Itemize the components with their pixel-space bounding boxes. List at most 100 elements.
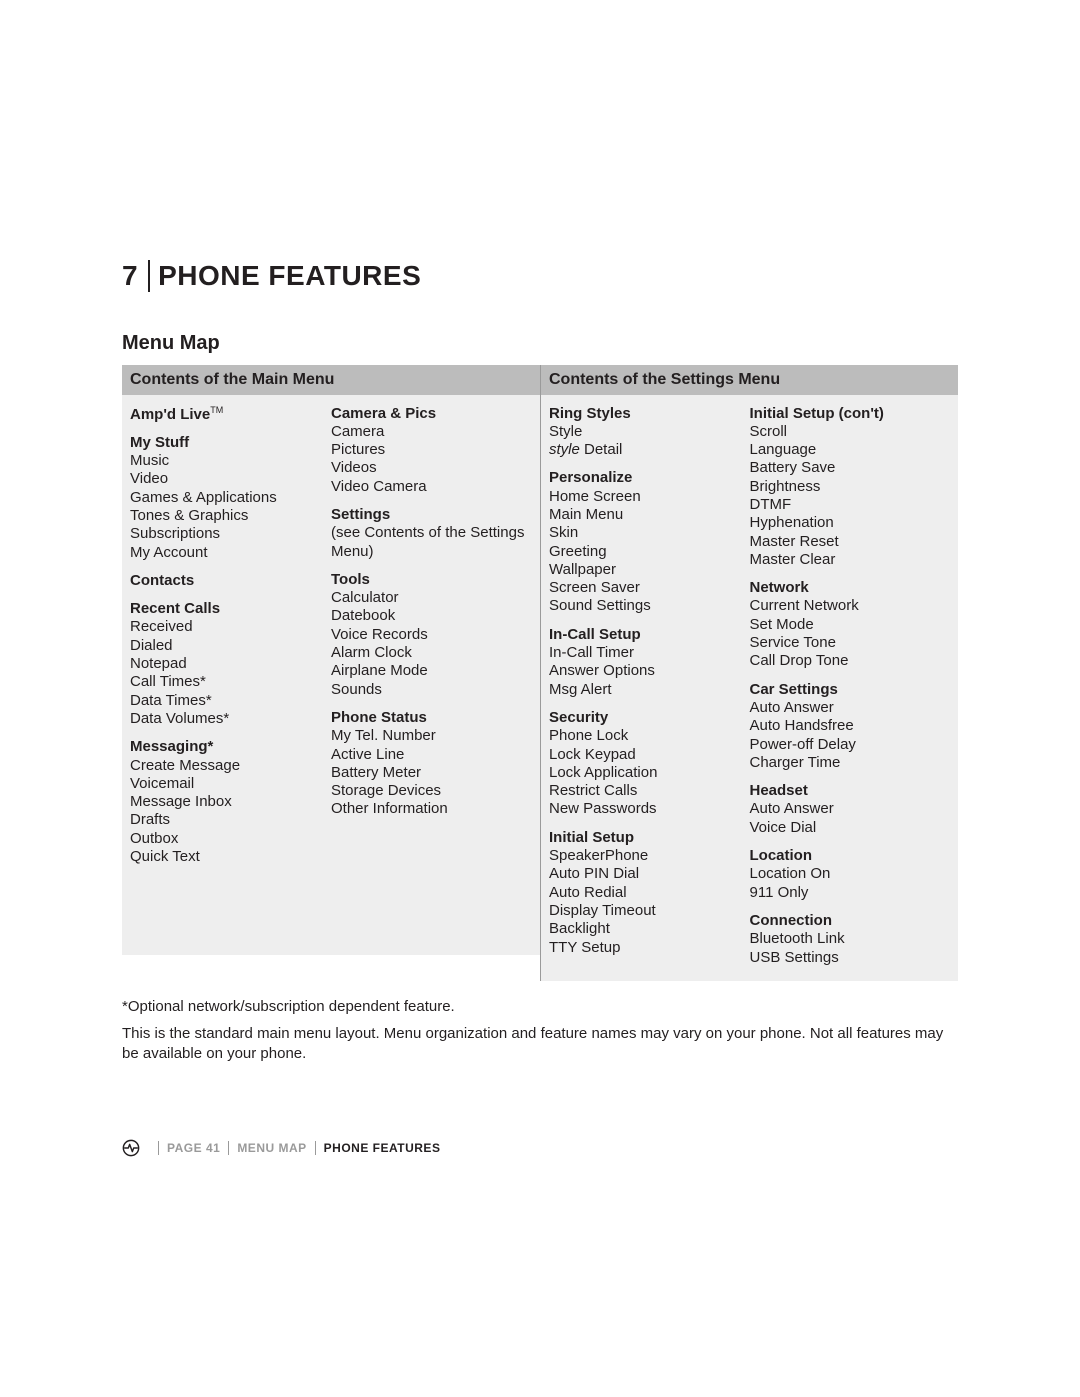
menu-item: Message Inbox: [130, 793, 325, 811]
menu-item: In-Call Timer: [549, 644, 744, 662]
menu-group: NetworkCurrent NetworkSet ModeService To…: [750, 579, 945, 670]
menu-group-title: Recent Calls: [130, 600, 325, 618]
menu-item: Home Screen: [549, 488, 744, 506]
footer-separator: [158, 1141, 159, 1155]
menu-item: Auto Handsfree: [750, 717, 945, 735]
main-menu-column: Contents of the Main Menu Amp'd LiveTM My…: [122, 365, 540, 981]
menu-item: Other Information: [331, 800, 526, 818]
menu-item: Master Reset: [750, 533, 945, 551]
menu-item: TTY Setup: [549, 939, 744, 957]
footnotes: *Optional network/subscription dependent…: [122, 997, 958, 1064]
menu-item: Greeting: [549, 543, 744, 561]
menu-group-title: Settings: [331, 506, 526, 524]
menu-group: HeadsetAuto AnswerVoice Dial: [750, 782, 945, 837]
menu-group-title: Security: [549, 709, 744, 727]
chapter-separator: [148, 260, 150, 292]
menu-item: Location On: [750, 865, 945, 883]
menu-item: Received: [130, 618, 325, 636]
menu-item: Language: [750, 441, 945, 459]
menu-item: Set Mode: [750, 616, 945, 634]
menu-item: Voice Dial: [750, 819, 945, 837]
menu-group: LocationLocation On911 Only: [750, 847, 945, 902]
menu-item: Lock Application: [549, 764, 744, 782]
menu-item: Active Line: [331, 746, 526, 764]
menu-group: My StuffMusicVideoGames & ApplicationsTo…: [130, 434, 325, 562]
menu-group: ConnectionBluetooth LinkUSB Settings: [750, 912, 945, 967]
menu-item: New Passwords: [549, 800, 744, 818]
chapter-heading: 7 PHONE FEATURES: [122, 260, 958, 292]
menu-group-title: Initial Setup: [549, 829, 744, 847]
main-menu-col1: Amp'd LiveTM My StuffMusicVideoGames & Ap…: [130, 405, 331, 941]
menu-item: Call Times*: [130, 673, 325, 691]
menu-group: Phone StatusMy Tel. NumberActive LineBat…: [331, 709, 526, 819]
menu-item: Storage Devices: [331, 782, 526, 800]
footer-crumb-1: MENU MAP: [237, 1141, 306, 1155]
menu-group-title: Initial Setup (con't): [750, 405, 945, 423]
main-menu-header: Contents of the Main Menu: [122, 365, 540, 395]
menu-map-table: Contents of the Main Menu Amp'd LiveTM My…: [122, 365, 958, 981]
menu-item: Power-off Delay: [750, 736, 945, 754]
menu-group-note: (see Contents of the Settings Menu): [331, 524, 526, 561]
menu-item: Wallpaper: [549, 561, 744, 579]
menu-group-title: Contacts: [130, 572, 325, 590]
menu-item: Backlight: [549, 920, 744, 938]
menu-item: Tones & Graphics: [130, 507, 325, 525]
main-menu-body: Amp'd LiveTM My StuffMusicVideoGames & Ap…: [122, 395, 540, 955]
menu-group-title: Headset: [750, 782, 945, 800]
menu-item: Scroll: [750, 423, 945, 441]
menu-item: style Detail: [549, 441, 744, 459]
menu-group-title: Amp'd LiveTM: [130, 405, 325, 424]
menu-item: Service Tone: [750, 634, 945, 652]
menu-group-title: Ring Styles: [549, 405, 744, 423]
menu-group: Ring StylesStylestyle Detail: [549, 405, 744, 460]
document-page: 7 PHONE FEATURES Menu Map Contents of th…: [0, 0, 1080, 1397]
menu-item: Style: [549, 423, 744, 441]
page-content: 7 PHONE FEATURES Menu Map Contents of th…: [122, 260, 958, 1071]
menu-item: Display Timeout: [549, 902, 744, 920]
chapter-title: PHONE FEATURES: [158, 260, 421, 292]
settings-menu-col1: Ring StylesStylestyle Detail PersonalizeH…: [549, 405, 750, 967]
menu-group-title: In-Call Setup: [549, 626, 744, 644]
menu-item: Voice Records: [331, 626, 526, 644]
menu-group: SecurityPhone LockLock KeypadLock Applic…: [549, 709, 744, 819]
menu-group: Messaging*Create MessageVoicemailMessage…: [130, 738, 325, 866]
menu-item: Auto Answer: [750, 699, 945, 717]
footer-crumb-2: PHONE FEATURES: [324, 1141, 441, 1155]
menu-item: Camera: [331, 423, 526, 441]
main-menu-col2: Camera & PicsCameraPicturesVideosVideo C…: [331, 405, 532, 941]
menu-group: ToolsCalculatorDatebookVoice RecordsAlar…: [331, 571, 526, 699]
page-footer: PAGE 41 MENU MAP PHONE FEATURES: [122, 1139, 440, 1157]
menu-item: SpeakerPhone: [549, 847, 744, 865]
menu-item: 911 Only: [750, 884, 945, 902]
menu-item: Master Clear: [750, 551, 945, 569]
menu-item: Auto Answer: [750, 800, 945, 818]
menu-item: Bluetooth Link: [750, 930, 945, 948]
menu-group: Initial Setup (con't)ScrollLanguageBatte…: [750, 405, 945, 570]
menu-item: Create Message: [130, 757, 325, 775]
menu-group: Contacts: [130, 572, 325, 590]
menu-group-title: Tools: [331, 571, 526, 589]
menu-group-title: Personalize: [549, 469, 744, 487]
menu-group: PersonalizeHome ScreenMain MenuSkinGreet…: [549, 469, 744, 615]
menu-item: My Account: [130, 544, 325, 562]
menu-item: Subscriptions: [130, 525, 325, 543]
menu-group-title: Phone Status: [331, 709, 526, 727]
menu-group: Recent CallsReceivedDialedNotepadCall Ti…: [130, 600, 325, 728]
menu-item: Call Drop Tone: [750, 652, 945, 670]
menu-item: Video Camera: [331, 478, 526, 496]
footer-separator: [315, 1141, 316, 1155]
menu-item: Airplane Mode: [331, 662, 526, 680]
footnote-1: *Optional network/subscription dependent…: [122, 997, 958, 1017]
menu-group-title: Network: [750, 579, 945, 597]
settings-menu-col2: Initial Setup (con't)ScrollLanguageBatte…: [750, 405, 951, 967]
menu-group-title: Messaging*: [130, 738, 325, 756]
menu-item: Answer Options: [549, 662, 744, 680]
footer-page: PAGE 41: [167, 1141, 220, 1155]
menu-item: Voicemail: [130, 775, 325, 793]
menu-item: Video: [130, 470, 325, 488]
menu-item: Restrict Calls: [549, 782, 744, 800]
menu-item: Auto PIN Dial: [549, 865, 744, 883]
menu-item: Sound Settings: [549, 597, 744, 615]
menu-group-title: Location: [750, 847, 945, 865]
menu-group-title: Car Settings: [750, 681, 945, 699]
